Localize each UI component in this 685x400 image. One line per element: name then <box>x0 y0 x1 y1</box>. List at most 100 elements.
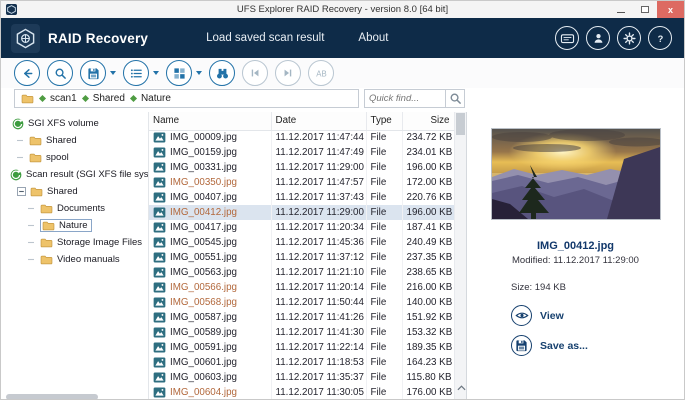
folder-icon <box>42 221 55 231</box>
tree-item-documents[interactable]: Documents <box>1 200 148 217</box>
file-date: 11.12.2017 11:47:57 <box>271 175 366 190</box>
file-row-img-00566-jpg[interactable]: IMG_00566.jpg11.12.2017 11:20:14File216.… <box>149 280 454 295</box>
find-button-group <box>209 60 235 86</box>
thumbnail-view-button[interactable] <box>166 60 192 86</box>
column-header-date[interactable]: Date <box>271 112 366 130</box>
view-options-button[interactable] <box>123 60 149 86</box>
image-file-icon <box>153 162 166 173</box>
file-row-img-00591-jpg[interactable]: IMG_00591.jpg11.12.2017 11:22:14File189.… <box>149 340 454 355</box>
image-file-icon <box>153 147 166 158</box>
file-row-img-00350-jpg[interactable]: IMG_00350.jpg11.12.2017 11:47:57File172.… <box>149 175 454 190</box>
maximize-button[interactable] <box>633 1 657 18</box>
file-name: IMG_00568.jpg <box>170 297 237 308</box>
tree-branch-icon <box>28 221 36 230</box>
tree-item-spool[interactable]: spool <box>1 149 148 166</box>
license-card-icon[interactable] <box>555 26 579 50</box>
save-as-button[interactable]: Save as... <box>511 335 588 356</box>
tree-item-scan-result-sgi-xfs-file-system-3-72-gb[interactable]: Scan result (SGI XFS file system; 3.72 G… <box>1 166 148 183</box>
dropdown-caret-icon[interactable] <box>196 71 202 75</box>
tree-branch-icon <box>28 204 36 213</box>
file-type: File <box>366 235 402 250</box>
breadcrumb-item-scan1[interactable]: scan1 <box>40 93 77 104</box>
save-icon <box>511 335 532 356</box>
scan-button-group <box>47 60 73 86</box>
menu-about[interactable]: About <box>358 32 388 44</box>
scrollbar-thumb[interactable] <box>456 113 465 135</box>
scan-button[interactable] <box>47 60 73 86</box>
preview-filename: IMG_00412.jpg <box>537 240 614 252</box>
previous-result-button[interactable] <box>242 60 268 86</box>
file-row-img-00587-jpg[interactable]: IMG_00587.jpg11.12.2017 11:41:26File151.… <box>149 310 454 325</box>
step-forward-icon <box>282 67 294 79</box>
magnifier-icon <box>54 67 67 80</box>
image-file-icon <box>153 387 166 398</box>
file-row-img-00589-jpg[interactable]: IMG_00589.jpg11.12.2017 11:41:30File153.… <box>149 325 454 340</box>
image-file-icon <box>153 177 166 188</box>
file-row-img-00603-jpg[interactable]: IMG_00603.jpg11.12.2017 11:35:37File115.… <box>149 370 454 385</box>
save-icon <box>87 67 100 80</box>
tree-item-storage-image-files[interactable]: Storage Image Files <box>1 234 148 251</box>
file-row-img-00551-jpg[interactable]: IMG_00551.jpg11.12.2017 11:37:12File237.… <box>149 250 454 265</box>
minimize-button[interactable] <box>609 1 633 18</box>
file-type: File <box>366 310 402 325</box>
quick-find-input[interactable] <box>365 90 445 107</box>
column-header-name[interactable]: Name <box>149 112 271 130</box>
file-type: File <box>366 145 402 160</box>
file-row-img-00412-jpg[interactable]: IMG_00412.jpg11.12.2017 11:29:00File196.… <box>149 205 454 220</box>
file-row-img-00159-jpg[interactable]: IMG_00159.jpg11.12.2017 11:47:49File234.… <box>149 145 454 160</box>
image-file-icon <box>153 312 166 323</box>
scroll-up-icon[interactable] <box>456 378 466 396</box>
file-type: File <box>366 175 402 190</box>
file-row-img-00407-jpg[interactable]: IMG_00407.jpg11.12.2017 11:37:43File220.… <box>149 190 454 205</box>
tree-item-video-manuals[interactable]: Video manuals <box>1 251 148 268</box>
image-file-icon <box>153 267 166 278</box>
svg-text:?: ? <box>657 33 663 43</box>
file-size: 234.01 KB <box>402 145 454 160</box>
tree-item-nature[interactable]: Nature <box>1 217 148 234</box>
tree-item-sgi-xfs-volume[interactable]: SGI XFS volume <box>1 115 148 132</box>
encoding-button-group: AB <box>308 60 334 86</box>
column-header-type[interactable]: Type <box>366 112 402 130</box>
breadcrumb-item-shared[interactable]: Shared <box>83 93 125 104</box>
file-list-scrollbar[interactable] <box>454 112 466 400</box>
tree-item-shared[interactable]: Shared <box>1 132 148 149</box>
file-row-img-00009-jpg[interactable]: IMG_00009.jpg11.12.2017 11:47:44File234.… <box>149 130 454 145</box>
settings-gear-icon[interactable] <box>617 26 641 50</box>
file-row-img-00563-jpg[interactable]: IMG_00563.jpg11.12.2017 11:21:10File238.… <box>149 265 454 280</box>
file-date: 11.12.2017 11:47:44 <box>271 130 366 145</box>
next-result-button[interactable] <box>275 60 301 86</box>
file-row-img-00604-jpg[interactable]: IMG_00604.jpg11.12.2017 11:30:05File176.… <box>149 385 454 400</box>
file-row-img-00331-jpg[interactable]: IMG_00331.jpg11.12.2017 11:29:00File196.… <box>149 160 454 175</box>
close-button[interactable]: x <box>657 1 684 18</box>
dropdown-caret-icon[interactable] <box>153 71 159 75</box>
menu-load-saved-scan-result[interactable]: Load saved scan result <box>206 32 324 44</box>
save-button[interactable] <box>80 60 106 86</box>
back-arrow-icon <box>21 67 34 80</box>
file-row-img-00601-jpg[interactable]: IMG_00601.jpg11.12.2017 11:18:53File164.… <box>149 355 454 370</box>
column-header-size[interactable]: Size <box>402 112 454 130</box>
file-name: IMG_00417.jpg <box>170 222 237 233</box>
user-icon[interactable] <box>586 26 610 50</box>
file-type: File <box>366 160 402 175</box>
back-button[interactable] <box>14 60 40 86</box>
file-name: IMG_00331.jpg <box>170 162 237 173</box>
help-icon[interactable]: ? <box>648 26 672 50</box>
breadcrumb-item-nature[interactable]: Nature <box>131 93 171 104</box>
dropdown-caret-icon[interactable] <box>110 71 116 75</box>
thumbnails-icon <box>173 67 186 80</box>
file-row-img-00545-jpg[interactable]: IMG_00545.jpg11.12.2017 11:45:36File240.… <box>149 235 454 250</box>
tree-horizontal-scrollbar[interactable] <box>6 394 98 400</box>
main-area: SGI XFS volumeSharedspoolScan result (SG… <box>1 112 684 400</box>
find-button[interactable] <box>209 60 235 86</box>
file-row-img-00568-jpg[interactable]: IMG_00568.jpg11.12.2017 11:50:44File140.… <box>149 295 454 310</box>
file-row-img-00417-jpg[interactable]: IMG_00417.jpg11.12.2017 11:20:34File187.… <box>149 220 454 235</box>
volume-icon <box>10 169 22 181</box>
view-button[interactable]: View <box>511 305 588 326</box>
quick-find-search-button[interactable] <box>445 90 464 107</box>
tree-item-label: SGI XFS volume <box>28 118 99 129</box>
encoding-button[interactable]: AB <box>308 60 334 86</box>
tree-item-shared[interactable]: Shared <box>1 183 148 200</box>
file-type: File <box>366 355 402 370</box>
file-name: IMG_00563.jpg <box>170 267 237 278</box>
file-name: IMG_00159.jpg <box>170 147 237 158</box>
